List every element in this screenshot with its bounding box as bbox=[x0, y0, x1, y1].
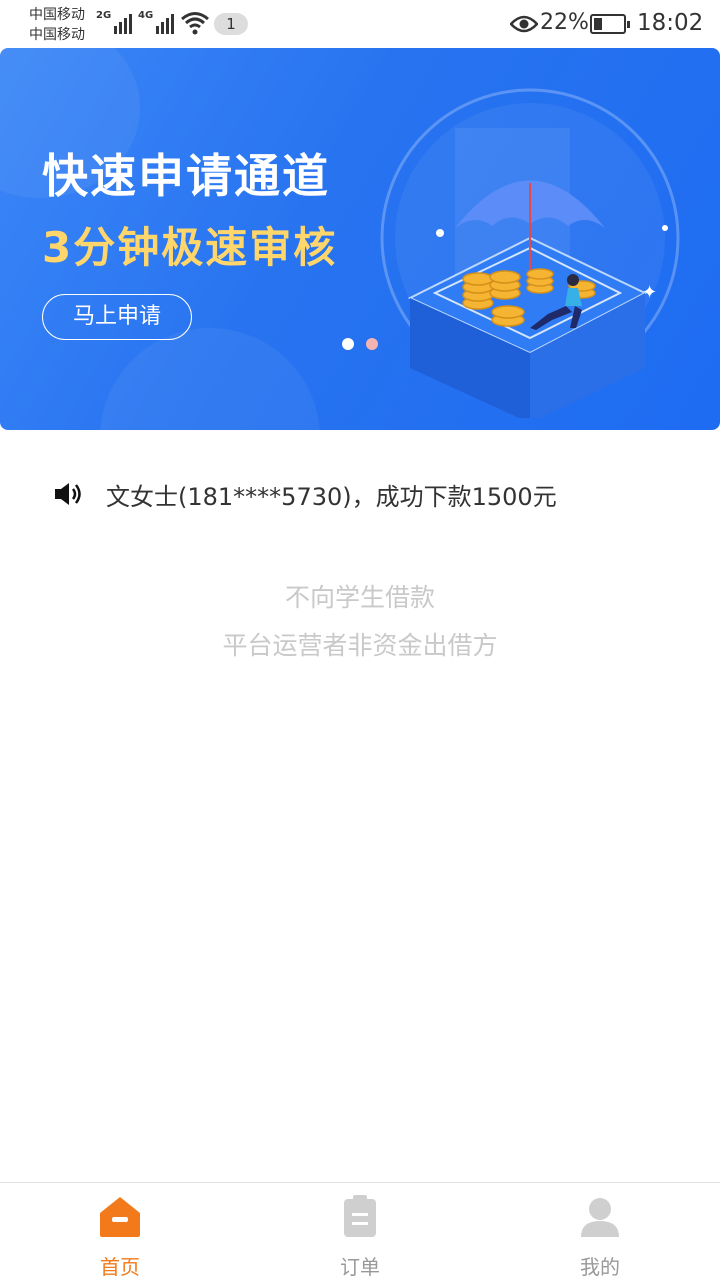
carousel-dot-1[interactable] bbox=[342, 338, 354, 350]
notification-badge: 1 bbox=[214, 13, 248, 35]
banner-subtitle: 3分钟极速审核 bbox=[42, 223, 338, 272]
apply-now-button[interactable]: 马上申请 bbox=[42, 294, 192, 340]
tab-orders[interactable]: 订单 bbox=[240, 1183, 480, 1280]
carousel-dot-2[interactable] bbox=[366, 338, 378, 350]
home-icon bbox=[100, 1197, 140, 1237]
status-bar: 中国移动 中国移动 2G 4G 1 22% 18:02 bbox=[0, 0, 720, 48]
tab-home[interactable]: 首页 bbox=[0, 1183, 240, 1280]
tab-profile[interactable]: 我的 bbox=[480, 1183, 720, 1280]
tab-home-label: 首页 bbox=[100, 1255, 140, 1279]
notice-no-student-loans: 不向学生借款 bbox=[284, 583, 435, 612]
promo-banner[interactable]: 快速申请通道 3分钟极速审核 马上申请 ✦ bbox=[0, 48, 720, 430]
speaker-icon bbox=[55, 483, 81, 505]
carousel-indicator bbox=[342, 338, 378, 350]
signal-1-icon: 2G bbox=[96, 10, 133, 34]
notice-platform-disclaimer: 平台运营者非资金出借方 bbox=[222, 631, 498, 660]
carrier-labels: 中国移动 中国移动 bbox=[29, 5, 85, 45]
umbrella-coins-illustration: ✦ bbox=[380, 88, 680, 418]
network-1-label: 2G bbox=[96, 10, 112, 21]
banner-title: 快速申请通道 bbox=[42, 149, 330, 203]
clock: 18:02 bbox=[637, 10, 704, 36]
signal-2-icon: 4G bbox=[138, 10, 175, 34]
bottom-navigation: 首页 订单 我的 bbox=[0, 1182, 720, 1280]
loan-ticker: 文女士(181****5730)，成功下款1500元 bbox=[52, 474, 557, 514]
user-icon bbox=[581, 1198, 619, 1237]
wifi-icon bbox=[181, 12, 209, 35]
tab-profile-label: 我的 bbox=[580, 1255, 620, 1279]
carrier-2-label: 中国移动 bbox=[29, 27, 85, 43]
carrier-1-label: 中国移动 bbox=[29, 7, 85, 23]
ticker-text: 文女士(181****5730)，成功下款1500元 bbox=[106, 482, 557, 511]
tab-orders-label: 订单 bbox=[340, 1255, 380, 1279]
eye-icon bbox=[510, 15, 538, 33]
svg-text:✦: ✦ bbox=[642, 282, 657, 303]
banner-decoration bbox=[100, 328, 320, 430]
clipboard-icon bbox=[344, 1195, 376, 1237]
battery-icon bbox=[590, 14, 630, 34]
battery-percent: 22% bbox=[540, 10, 589, 35]
network-2-label: 4G bbox=[138, 10, 154, 21]
